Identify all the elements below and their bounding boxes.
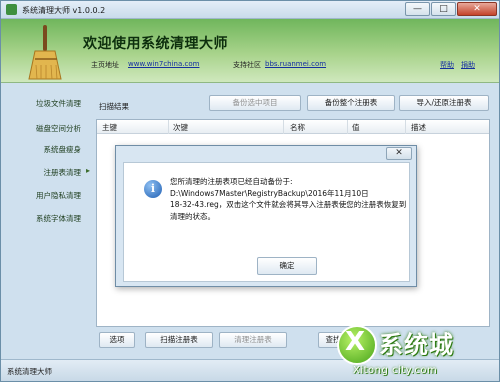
maximize-button[interactable]: □ <box>431 2 456 16</box>
scan-registry-button[interactable]: 扫描注册表 <box>145 332 213 348</box>
help-link[interactable]: 帮助 <box>440 60 454 70</box>
donate-link[interactable]: 捐助 <box>461 60 475 70</box>
header-title: 欢迎使用系统清理大师 <box>83 36 228 52</box>
dialog-ok-button[interactable]: 确定 <box>257 257 317 275</box>
help-link-text[interactable]: 帮助 <box>440 61 454 69</box>
community-link[interactable]: bbs.ruanmei.com <box>265 60 326 68</box>
app-window: 系统清理大师 v1.0.0.2 — □ ✕ 欢迎使用系统清理大师 主页地址 ww… <box>0 0 500 382</box>
column-header-main-key[interactable]: 主键 <box>102 122 117 133</box>
column-divider[interactable] <box>168 120 169 134</box>
window-title: 系统清理大师 v1.0.0.2 <box>22 6 106 15</box>
community-label: 支持社区 <box>233 61 261 69</box>
scan-results-label: 扫描结果 <box>99 102 129 111</box>
watermark-cn-text: 系统城 <box>379 331 454 359</box>
minimize-button[interactable]: — <box>405 2 430 16</box>
import-restore-button[interactable]: 导入/还原注册表 <box>399 95 489 111</box>
close-button[interactable]: ✕ <box>457 2 497 16</box>
column-divider[interactable] <box>405 120 406 134</box>
sidebar-item-system-slim[interactable]: 系统盘瘦身 <box>1 144 93 158</box>
dialog-message: 您所清理的注册表项已经自动备份于: D:\Windows7Master\Regi… <box>170 176 407 222</box>
sidebar: 垃圾文件清理 磁盘空间分析 系统盘瘦身 注册表清理 用户隐私清理 系统字体清理 <box>1 84 93 359</box>
sidebar-item-privacy-clean[interactable]: 用户隐私清理 <box>1 190 93 204</box>
column-header-description[interactable]: 描述 <box>411 122 426 133</box>
homepage-link[interactable]: www.win7china.com <box>128 60 199 68</box>
broom-icon <box>28 25 62 80</box>
donate-link-text[interactable]: 捐助 <box>461 61 475 69</box>
dialog-message-line: 您所清理的注册表项已经自动备份于: <box>170 177 293 186</box>
community-link-text[interactable]: bbs.ruanmei.com <box>265 60 326 68</box>
status-text: 系统清理大师 <box>7 367 52 376</box>
column-divider[interactable] <box>283 120 284 134</box>
title-bar[interactable]: 系统清理大师 v1.0.0.2 — □ ✕ <box>1 1 499 19</box>
sidebar-item-font-clean[interactable]: 系统字体清理 <box>1 213 93 227</box>
sidebar-item-junk-files[interactable]: 垃圾文件清理 <box>1 98 93 112</box>
watermark-en-text: Xitong city.com <box>353 365 438 376</box>
backup-all-button[interactable]: 备份整个注册表 <box>307 95 395 111</box>
table-header: 主键 次键 名称 值 描述 <box>97 120 489 134</box>
header-banner: 欢迎使用系统清理大师 主页地址 www.win7china.com 支持社区 b… <box>1 19 499 83</box>
column-header-name[interactable]: 名称 <box>290 122 305 133</box>
dialog-message-line: D:\Windows7Master\RegistryBackup\2016年11… <box>170 188 369 198</box>
dialog-message-line: 18-32-43.reg，双击这个文件就会将其导入注册表使您的注册表恢复到 <box>170 200 407 209</box>
dialog-message-line: 清理的状态。 <box>170 211 215 221</box>
column-header-value[interactable]: 值 <box>352 122 360 133</box>
column-divider[interactable] <box>347 120 348 134</box>
homepage-link-text[interactable]: www.win7china.com <box>128 60 199 68</box>
dialog-close-button[interactable]: ✕ <box>386 147 412 160</box>
options-button[interactable]: 选项 <box>99 332 135 348</box>
info-icon: i <box>144 180 162 198</box>
backup-selected-button[interactable]: 备份选中项目 <box>209 95 301 111</box>
clean-registry-button[interactable]: 清理注册表 <box>219 332 287 348</box>
sidebar-item-disk-analysis[interactable]: 磁盘空间分析 <box>1 123 93 137</box>
homepage-label: 主页地址 <box>91 61 119 69</box>
app-icon <box>6 4 17 15</box>
column-header-sub-key[interactable]: 次键 <box>173 122 188 133</box>
watermark-mark: X <box>345 327 366 357</box>
sidebar-item-registry-clean[interactable]: 注册表清理 <box>1 166 93 181</box>
watermark-logo: X 系统城 Xitong city.com <box>333 321 500 382</box>
